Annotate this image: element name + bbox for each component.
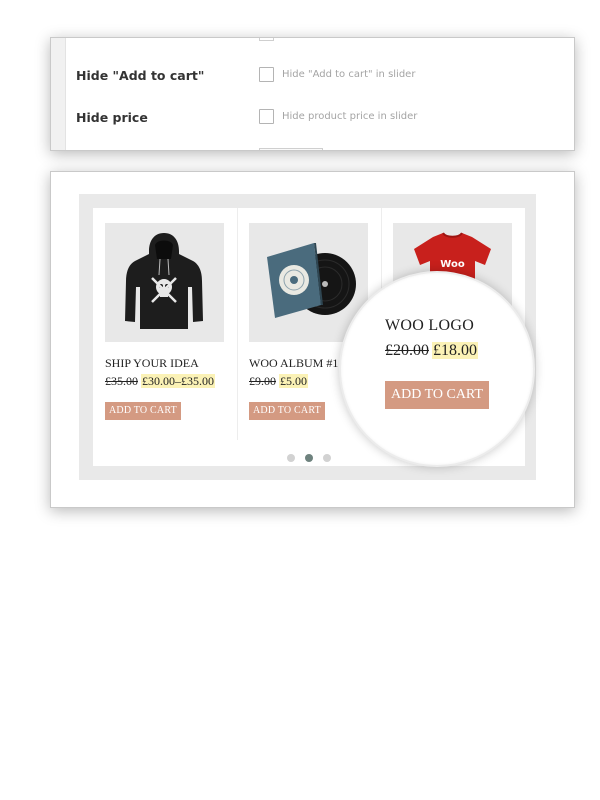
- old-price: £20.00: [385, 342, 429, 359]
- tshirt-logo-text: Woo: [440, 259, 465, 270]
- product-price: £9.00 £5.00: [249, 374, 308, 389]
- add-to-cart-button[interactable]: ADD TO CART: [385, 381, 489, 409]
- old-price: £9.00: [249, 374, 276, 388]
- partial-field-below: [259, 148, 323, 150]
- product-title[interactable]: SHIP YOUR IDEA: [105, 356, 199, 371]
- partial-checkbox-above: [259, 38, 274, 41]
- pagination-dot-active[interactable]: [305, 454, 313, 462]
- settings-panel: Hide "Add to cart" Hide "Add to cart" in…: [50, 37, 575, 151]
- setting-row-hide-add-to-cart: Hide "Add to cart" Hide "Add to cart" in…: [51, 61, 574, 91]
- sale-price: £30.00–£35.00: [141, 374, 215, 388]
- magnified-product-title[interactable]: WOO LOGO: [385, 317, 474, 335]
- settings-side-strip: [51, 38, 66, 150]
- setting-row-hide-price: Hide price Hide product price in slider: [51, 103, 574, 133]
- hide-add-to-cart-checkbox[interactable]: [259, 67, 274, 82]
- magnified-product-price: £20.00 £18.00: [385, 342, 478, 360]
- product-title[interactable]: WOO ALBUM #1: [249, 356, 338, 371]
- pagination-dot[interactable]: [323, 454, 331, 462]
- setting-label: Hide price: [76, 110, 148, 125]
- hide-price-checkbox[interactable]: [259, 109, 274, 124]
- add-to-cart-button[interactable]: ADD TO CART: [105, 402, 181, 420]
- add-to-cart-button[interactable]: ADD TO CART: [249, 402, 325, 420]
- product-image[interactable]: [105, 223, 224, 342]
- sale-price: £5.00: [279, 374, 308, 388]
- old-price: £35.00: [105, 374, 138, 388]
- sale-price: £18.00: [432, 342, 478, 359]
- black-hoodie-icon: [125, 233, 203, 329]
- magnifier-lens: WOO LOGO £20.00 £18.00 ADD TO CART: [339, 271, 535, 467]
- setting-description: Hide product price in slider: [282, 111, 418, 122]
- product-price: £35.00 £30.00–£35.00: [105, 374, 215, 389]
- setting-description: Hide "Add to cart" in slider: [282, 69, 416, 80]
- product-card: SHIP YOUR IDEA £35.00 £30.00–£35.00 ADD T…: [93, 208, 238, 440]
- setting-label: Hide "Add to cart": [76, 68, 205, 83]
- pagination-dot[interactable]: [287, 454, 295, 462]
